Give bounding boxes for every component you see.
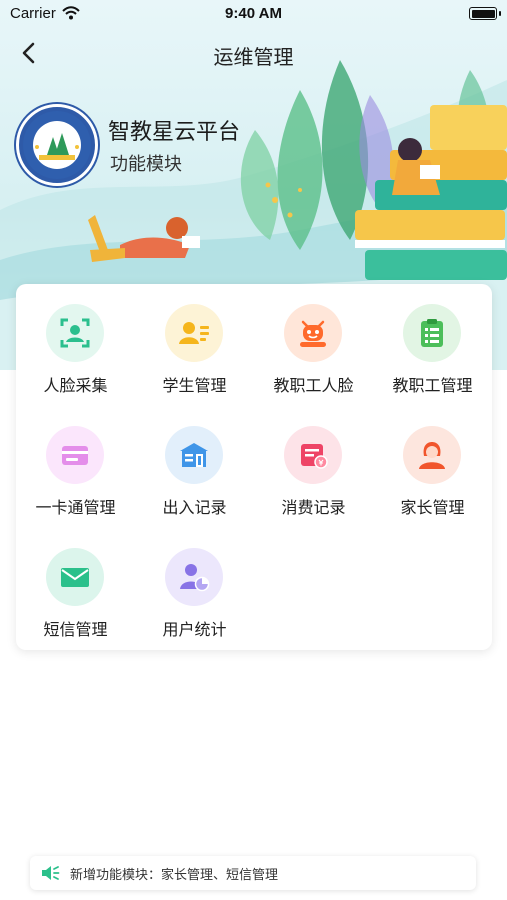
navigation-bar: 运维管理	[0, 30, 507, 76]
module-staff-management[interactable]: 教职工管理	[373, 284, 492, 396]
notice-text: 新增功能模块：家长管理、短信管理	[70, 868, 279, 883]
module-card-management[interactable]: 一卡通管理	[16, 406, 135, 518]
module-access-records[interactable]: 出入记录	[135, 406, 254, 518]
student-card-icon	[165, 304, 223, 362]
module-label: 学生管理	[162, 376, 227, 395]
module-label: 消费记录	[281, 498, 346, 517]
robot-face-icon	[284, 304, 342, 362]
brand-subtitle: 功能模块	[110, 154, 182, 175]
module-label: 人脸采集	[43, 376, 108, 395]
speaker-icon	[40, 864, 60, 882]
status-bar: Carrier 9:40 AM	[0, 0, 507, 28]
module-face-capture[interactable]: 人脸采集	[16, 284, 135, 396]
parent-person-icon	[403, 426, 461, 484]
module-label: 用户统计	[162, 620, 227, 639]
module-grid: 人脸采集 学生管理 教职工人脸 教职工管理 一卡通管理 出入记录 消费记录 家长…	[16, 284, 492, 650]
module-student-management[interactable]: 学生管理	[135, 284, 254, 396]
school-logo	[16, 104, 98, 186]
brand-title: 智教星云平台	[108, 120, 241, 145]
user-chart-icon	[165, 548, 223, 606]
module-label: 短信管理	[43, 620, 108, 639]
module-label: 家长管理	[400, 498, 465, 517]
module-label: 出入记录	[162, 498, 227, 517]
receipt-icon	[284, 426, 342, 484]
module-staff-face[interactable]: 教职工人脸	[254, 284, 373, 396]
envelope-icon	[46, 548, 104, 606]
module-label: 一卡通管理	[35, 498, 116, 517]
face-scan-icon	[46, 304, 104, 362]
status-time: 9:40 AM	[225, 5, 282, 22]
page-title: 运维管理	[213, 45, 294, 69]
building-gate-icon	[165, 426, 223, 484]
card-icon	[46, 426, 104, 484]
module-sms-management[interactable]: 短信管理	[16, 528, 135, 640]
module-user-statistics[interactable]: 用户统计	[135, 528, 254, 640]
notice-bar[interactable]: 新增功能模块：家长管理、短信管理	[30, 856, 476, 890]
module-consumption-records[interactable]: 消费记录	[254, 406, 373, 518]
battery-icon	[469, 7, 501, 20]
module-label: 教职工人脸	[273, 376, 354, 395]
module-parent-management[interactable]: 家长管理	[373, 406, 492, 518]
module-label: 教职工管理	[392, 376, 473, 395]
clipboard-list-icon	[403, 304, 461, 362]
